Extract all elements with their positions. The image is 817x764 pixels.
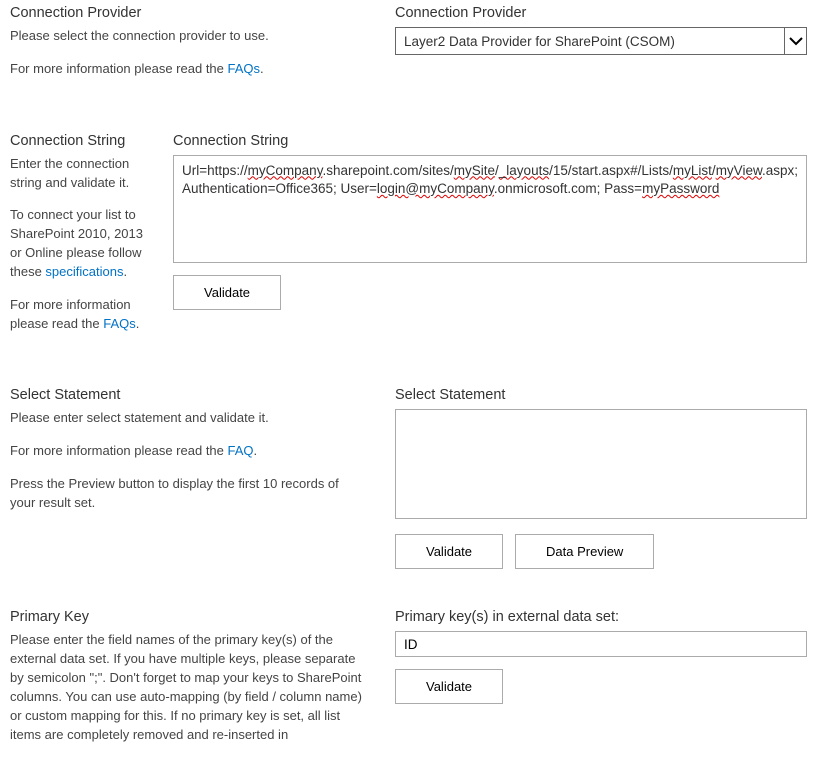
label-connection-string: Connection String <box>173 133 807 149</box>
section-connection-provider: Connection Provider Please select the co… <box>10 5 807 93</box>
faq-link-select-statement[interactable]: FAQ <box>228 443 254 458</box>
section-primary-key: Primary Key Please enter the field names… <box>10 609 807 758</box>
left-col-primary-key: Primary Key Please enter the field names… <box>10 609 395 758</box>
label-connection-provider: Connection Provider <box>395 5 807 21</box>
section-select-statement: Select Statement Please enter select sta… <box>10 387 807 569</box>
desc-select-statement-preview: Press the Preview button to display the … <box>10 475 365 513</box>
section-connection-string: Connection String Enter the connection s… <box>10 133 807 348</box>
faq-prefix: For more information please read the <box>10 61 228 76</box>
right-col-connection-string: Connection String Url=https://myCompany.… <box>173 133 807 348</box>
desc-connection-provider: Please select the connection provider to… <box>10 27 365 46</box>
heading-connection-string: Connection String <box>10 133 143 149</box>
right-col-connection-provider: Connection Provider Layer2 Data Provider… <box>395 5 807 93</box>
desc-primary-key: Please enter the field names of the prim… <box>10 631 365 744</box>
faq-suffix-cs: . <box>136 316 140 331</box>
heading-connection-provider: Connection Provider <box>10 5 365 21</box>
desc-connection-string-specs: To connect your list to SharePoint 2010,… <box>10 206 143 281</box>
specs-suffix: . <box>123 264 127 279</box>
textarea-select-statement[interactable] <box>395 409 807 519</box>
dropdown-value: Layer2 Data Provider for SharePoint (CSO… <box>396 34 784 49</box>
heading-primary-key: Primary Key <box>10 609 365 625</box>
faq-link-connection-string[interactable]: FAQs <box>103 316 136 331</box>
validate-button-connection-string[interactable]: Validate <box>173 275 281 310</box>
dropdown-connection-provider[interactable]: Layer2 Data Provider for SharePoint (CSO… <box>395 27 807 55</box>
desc-connection-string: Enter the connection string and validate… <box>10 155 143 193</box>
chevron-down-icon[interactable] <box>784 28 806 54</box>
validate-button-select-statement[interactable]: Validate <box>395 534 503 569</box>
desc-connection-string-faq: For more information please read the FAQ… <box>10 296 143 334</box>
heading-select-statement: Select Statement <box>10 387 365 403</box>
validate-button-primary-key[interactable]: Validate <box>395 669 503 704</box>
faq-link-connection-provider[interactable]: FAQs <box>228 61 261 76</box>
button-row-select-statement: Validate Data Preview <box>395 522 807 569</box>
right-col-select-statement: Select Statement Validate Data Preview <box>395 387 807 569</box>
label-select-statement: Select Statement <box>395 387 807 403</box>
left-col-connection-string: Connection String Enter the connection s… <box>10 133 173 348</box>
faq-suffix: . <box>260 61 264 76</box>
faq-suffix-ss: . <box>254 443 258 458</box>
label-primary-key: Primary key(s) in external data set: <box>395 609 807 625</box>
input-primary-key[interactable] <box>395 631 807 657</box>
right-col-primary-key: Primary key(s) in external data set: Val… <box>395 609 807 758</box>
data-preview-button[interactable]: Data Preview <box>515 534 654 569</box>
desc-select-statement-faq: For more information please read the FAQ… <box>10 442 365 461</box>
faq-prefix-ss: For more information please read the <box>10 443 228 458</box>
desc-connection-provider-faq: For more information please read the FAQ… <box>10 60 365 79</box>
specifications-link[interactable]: specifications <box>45 264 123 279</box>
desc-select-statement: Please enter select statement and valida… <box>10 409 365 428</box>
left-col-connection-provider: Connection Provider Please select the co… <box>10 5 395 93</box>
left-col-select-statement: Select Statement Please enter select sta… <box>10 387 395 569</box>
textarea-connection-string[interactable]: Url=https://myCompany.sharepoint.com/sit… <box>173 155 807 263</box>
